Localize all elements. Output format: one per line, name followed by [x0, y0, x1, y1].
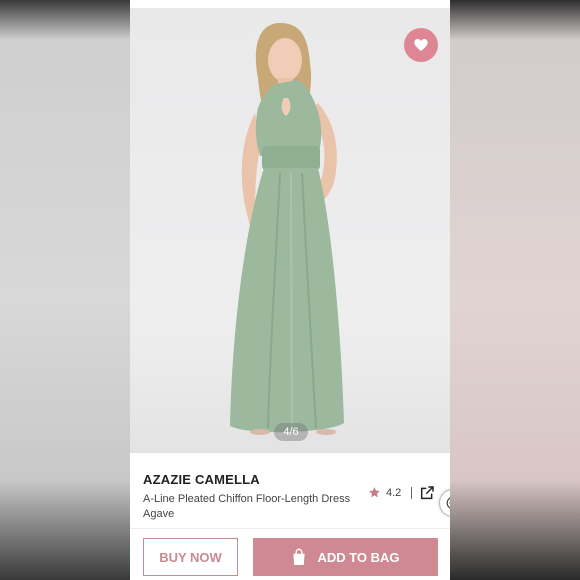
product-info: AZAZIE CAMELLA A-Line Pleated Chiffon Fl… [130, 453, 450, 528]
product-image[interactable]: 4/6 [130, 8, 450, 453]
star-icon [369, 487, 380, 498]
add-to-bag-label: ADD TO BAG [317, 549, 400, 565]
product-brand: AZAZIE CAMELLA [143, 472, 260, 487]
background-blur-left [0, 0, 130, 580]
image-pager: 4/6 [274, 423, 308, 441]
status-strip [130, 0, 450, 8]
buy-now-button[interactable]: BUY NOW [143, 538, 238, 576]
add-to-bag-button[interactable]: ADD TO BAG [253, 538, 438, 576]
more-options-button[interactable] [439, 489, 450, 517]
product-name: A-Line Pleated Chiffon Floor-Length Dres… [143, 493, 351, 520]
model-illustration [230, 23, 344, 435]
rating-value: 4.2 [386, 486, 402, 499]
shopping-bag-icon [293, 548, 306, 565]
background-blur-right [450, 0, 580, 580]
product-screen: 4/6 AZAZIE CAMELLA A-Line Pleated Chiffo… [130, 0, 450, 580]
action-divider [130, 528, 450, 529]
heart-icon [414, 39, 428, 51]
share-external-icon[interactable] [419, 485, 435, 501]
product-rating[interactable]: 4.2 [368, 486, 413, 499]
more-dots-icon [446, 497, 450, 509]
rating-divider [411, 486, 413, 499]
wishlist-button[interactable] [404, 28, 438, 62]
